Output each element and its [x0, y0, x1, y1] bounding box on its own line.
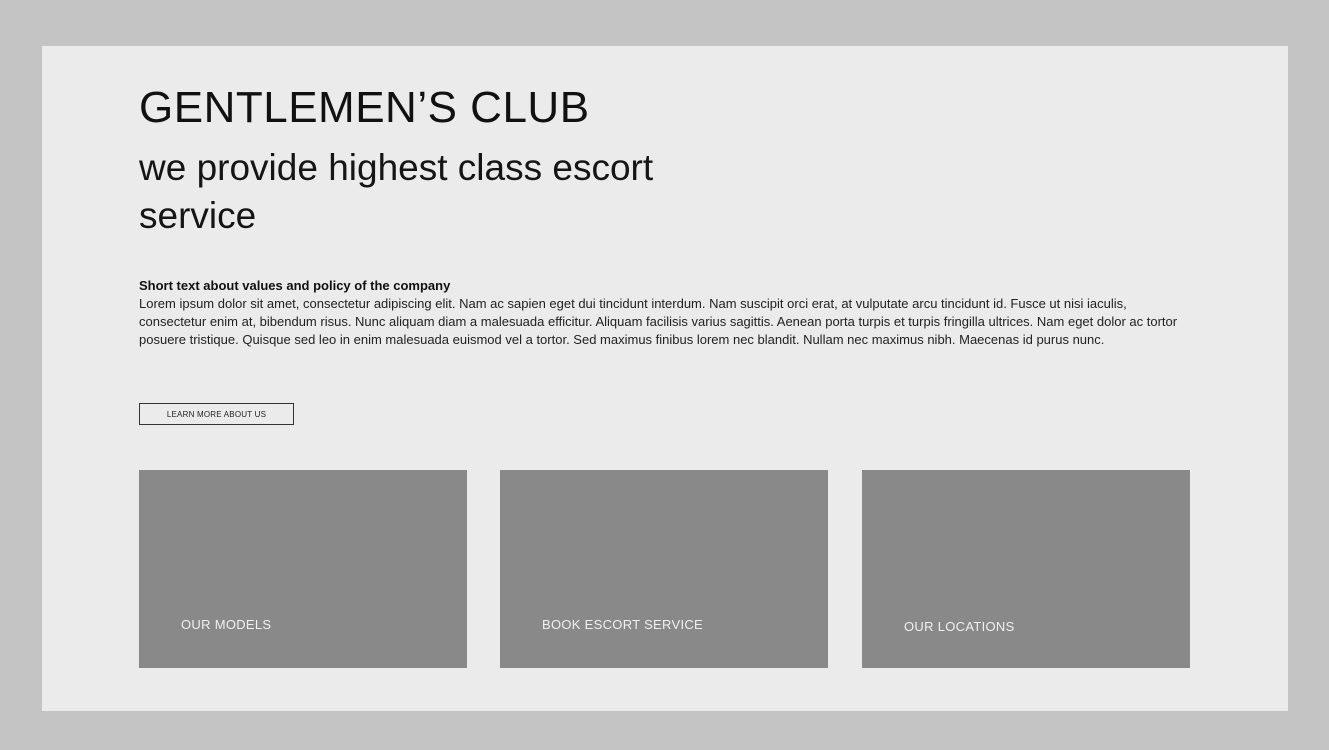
page-title: GENTLEMEN’S CLUB — [139, 83, 590, 132]
values-heading: Short text about values and policy of th… — [139, 278, 451, 293]
hero-panel: GENTLEMEN’S CLUB we provide highest clas… — [42, 46, 1288, 711]
card-label-book-escort-service: BOOK ESCORT SERVICE — [542, 617, 704, 632]
learn-more-button[interactable]: LEARN MORE ABOUT US — [139, 403, 294, 425]
page-subtitle: we provide highest class escort service — [139, 147, 654, 236]
card-book-escort-service[interactable]: BOOK ESCORT SERVICE — [500, 470, 828, 668]
card-our-models[interactable]: OUR MODELS — [139, 470, 467, 668]
card-our-locations[interactable]: OUR LOCATIONS — [862, 470, 1190, 668]
values-body-text: Lorem ipsum dolor sit amet, consectetur … — [139, 296, 1178, 347]
card-label-our-models: OUR MODELS — [181, 617, 272, 632]
card-label-our-locations: OUR LOCATIONS — [904, 619, 1015, 634]
